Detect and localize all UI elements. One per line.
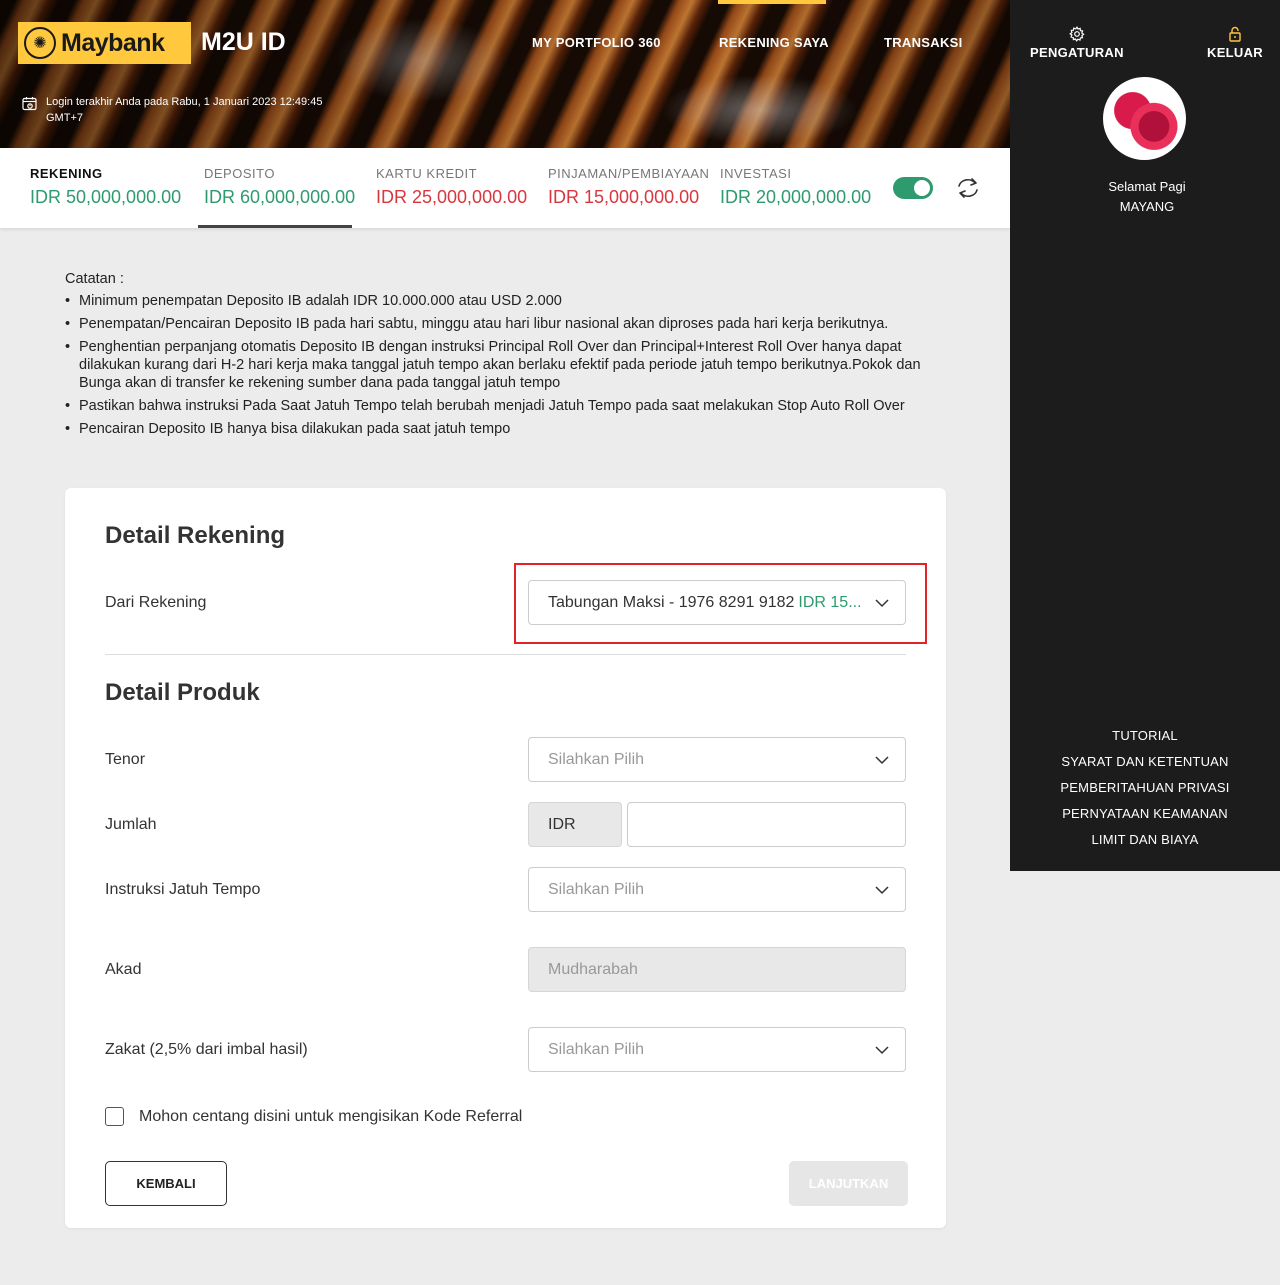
summary-value: IDR 15,000,000.00 (548, 187, 700, 207)
header-banner: ✺ Maybank M2U ID Login terakhir Anda pad… (0, 0, 1010, 148)
deposit-form-card: Detail Rekening Dari Rekening Tabungan M… (65, 488, 946, 1228)
chevron-down-icon (875, 756, 889, 765)
amount-label: Jumlah (105, 816, 157, 833)
tenor-placeholder: Silahkan Pilih (548, 750, 645, 768)
gear-icon (1069, 26, 1085, 42)
note-item: Minimum penempatan Deposito IB adalah ID… (65, 292, 945, 310)
summary-value: IDR 60,000,000.00 (204, 187, 356, 207)
zakat-label: Zakat (2,5% dari imbal hasil) (105, 1041, 308, 1058)
avatar[interactable] (1103, 77, 1186, 160)
next-button[interactable]: LANJUTKAN (789, 1161, 908, 1206)
summary-label: PINJAMAN/PEMBIAYAAN (548, 166, 710, 181)
logout-label: KELUAR (1207, 45, 1263, 60)
notes-list: Minimum penempatan Deposito IB adalah ID… (65, 292, 945, 438)
summary-value: IDR 20,000,000.00 (720, 187, 872, 207)
nav-transaksi[interactable]: TRANSAKSI (884, 35, 963, 50)
from-account-value: Tabungan Maksi - 1976 8291 9182 (548, 593, 795, 611)
summary-tab-deposito[interactable]: DEPOSITO IDR 60,000,000.00 (204, 166, 355, 208)
summary-tab-kartu-kredit[interactable]: KARTU KREDIT IDR 25,000,000.00 (376, 166, 527, 208)
greeting-text: Selamat Pagi (1108, 179, 1186, 194)
logout-button[interactable]: KELUAR (1207, 26, 1263, 60)
summary-value: IDR 25,000,000.00 (376, 187, 528, 207)
from-account-balance: IDR 15... (798, 593, 862, 611)
summary-tab-pinjaman[interactable]: PINJAMAN/PEMBIAYAAN IDR 15,000,000.00 (548, 166, 709, 208)
chevron-down-icon (875, 886, 889, 895)
summary-tab-rekening[interactable]: REKENING IDR 50,000,000.00 (30, 166, 181, 208)
zakat-select[interactable]: Silahkan Pilih (528, 1027, 906, 1072)
right-sidebar: PENGATURAN KELUAR Selamat Pagi MAYANG TU… (1010, 0, 1280, 871)
summary-label: REKENING (30, 166, 103, 181)
brand-name: Maybank (61, 28, 165, 57)
from-account-label: Dari Rekening (105, 594, 207, 611)
account-summary-bar: REKENING IDR 50,000,000.00 DEPOSITO IDR … (0, 148, 1010, 228)
account-detail-title: Detail Rekening (105, 522, 286, 549)
note-item: Penempatan/Pencairan Deposito IB pada ha… (65, 315, 945, 333)
active-tab-underline (198, 225, 352, 228)
section-divider (105, 654, 906, 655)
user-name: MAYANG (1119, 199, 1175, 214)
notes-section: Catatan : Minimum penempatan Deposito IB… (65, 271, 945, 443)
summary-label: KARTU KREDIT (376, 166, 478, 181)
refresh-icon[interactable] (955, 176, 981, 200)
settings-button[interactable]: PENGATURAN (1030, 26, 1124, 60)
link-tutorial[interactable]: TUTORIAL (1010, 727, 1280, 753)
zakat-placeholder: Silahkan Pilih (548, 1040, 645, 1058)
product-detail-title: Detail Produk (105, 679, 260, 706)
link-limit-dan-biaya[interactable]: LIMIT DAN BIAYA (1010, 831, 1280, 857)
app-title: M2U ID (201, 28, 286, 56)
last-login-info: Login terakhir Anda pada Rabu, 1 Januari… (22, 94, 336, 126)
referral-checkbox-label[interactable]: Mohon centang disini untuk mengisikan Ko… (139, 1108, 522, 1126)
summary-value: IDR 50,000,000.00 (30, 187, 182, 207)
from-account-select[interactable]: Tabungan Maksi - 1976 8291 9182 IDR 15..… (528, 580, 906, 625)
tenor-select[interactable]: Silahkan Pilih (528, 737, 906, 782)
akad-value: Mudharabah (548, 960, 638, 978)
lock-icon (1229, 26, 1241, 42)
balance-visibility-toggle[interactable] (893, 177, 933, 199)
akad-label: Akad (105, 961, 142, 978)
summary-label: DEPOSITO (204, 166, 275, 181)
calendar-clock-icon (22, 97, 37, 111)
referral-checkbox[interactable] (105, 1107, 124, 1126)
note-item: Pastikan bahwa instruksi Pada Saat Jatuh… (65, 397, 945, 415)
back-button[interactable]: KEMBALI (105, 1161, 227, 1206)
link-pemberitahuan-privasi[interactable]: PEMBERITAHUAN PRIVASI (1010, 779, 1280, 805)
akad-field: Mudharabah (528, 947, 906, 992)
tiger-logo-icon: ✺ (24, 27, 56, 59)
amount-input[interactable] (627, 802, 906, 847)
link-syarat-dan-ketentuan[interactable]: SYARAT DAN KETENTUAN (1010, 753, 1280, 779)
summary-tab-investasi[interactable]: INVESTASI IDR 20,000,000.00 (720, 166, 871, 208)
maturity-placeholder: Silahkan Pilih (548, 880, 645, 898)
nav-my-portfolio-360[interactable]: MY PORTFOLIO 360 (532, 35, 661, 50)
nav-active-indicator (718, 0, 826, 4)
link-pernyataan-keamanan[interactable]: PERNYATAAN KEAMANAN (1010, 805, 1280, 831)
maybank-logo[interactable]: ✺ Maybank (18, 22, 191, 64)
maturity-instruction-select[interactable]: Silahkan Pilih (528, 867, 906, 912)
maturity-instruction-label: Instruksi Jatuh Tempo (105, 881, 261, 898)
tenor-label: Tenor (105, 751, 146, 768)
notes-title: Catatan : (65, 271, 124, 287)
chevron-down-icon (875, 599, 889, 608)
note-item: Penghentian perpanjang otomatis Deposito… (65, 338, 945, 392)
summary-label: INVESTASI (720, 166, 792, 181)
last-login-text: Login terakhir Anda pada Rabu, 1 Januari… (46, 96, 323, 124)
footer-links: TUTORIAL SYARAT DAN KETENTUAN PEMBERITAH… (1010, 727, 1280, 857)
chevron-down-icon (875, 1046, 889, 1055)
currency-box: IDR (528, 802, 622, 847)
note-item: Pencairan Deposito IB hanya bisa dilakuk… (65, 420, 945, 438)
settings-label: PENGATURAN (1030, 45, 1124, 60)
nav-rekening-saya[interactable]: REKENING SAYA (719, 35, 829, 50)
